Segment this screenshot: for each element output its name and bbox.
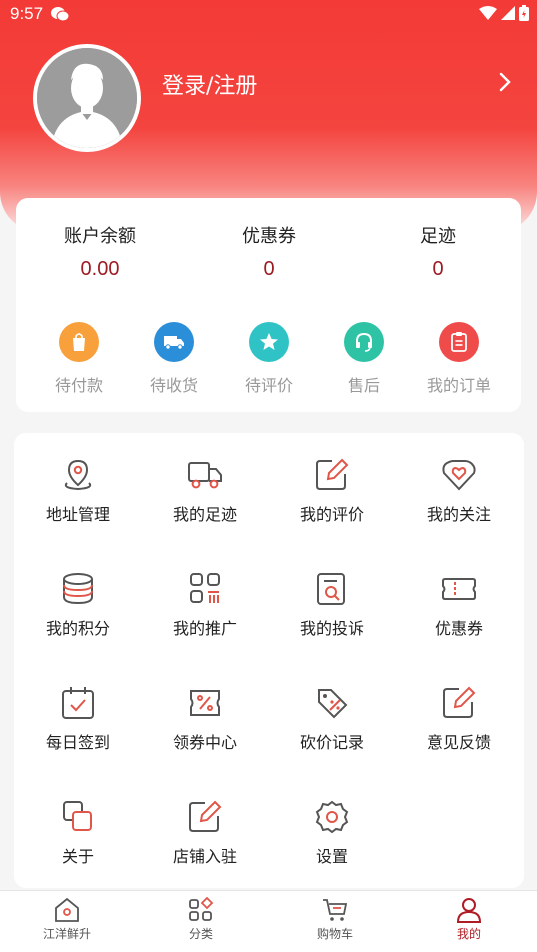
coupon-stat[interactable]: 优惠券 0 — [204, 222, 334, 281]
menu-store-join[interactable]: 店铺入驻 — [141, 799, 269, 867]
gear-icon — [315, 800, 349, 834]
bottom-tab-bar: 江洋鲜升 分类 购物车 我的 — [0, 890, 537, 952]
location-pin-icon — [64, 459, 92, 491]
tab-home[interactable]: 江洋鲜升 — [0, 897, 134, 942]
order-label: 待付款 — [54, 376, 103, 395]
percent-ticket-icon — [190, 690, 220, 716]
stat-label: 优惠券 — [242, 226, 296, 247]
chevron-right-icon[interactable] — [498, 70, 512, 98]
menu-label: 设置 — [315, 847, 348, 866]
home-icon — [55, 897, 79, 922]
service-grid: 地址管理 我的足迹 我的评价 我的关注 我的积分 我的推广 我的投诉 优惠券 每… — [14, 433, 524, 888]
status-icons — [479, 5, 529, 21]
order-pending-receipt[interactable]: 待收货 — [126, 322, 222, 396]
star-icon — [249, 322, 289, 362]
status-bar: 9:57 — [0, 0, 537, 28]
user-icon — [456, 898, 482, 923]
tab-label: 江洋鲜升 — [42, 927, 91, 941]
order-pending-review[interactable]: 待评价 — [221, 322, 317, 396]
menu-coupon-center[interactable]: 领券中心 — [141, 685, 269, 753]
menu-follows[interactable]: 我的关注 — [395, 457, 523, 525]
menu-checkin[interactable]: 每日签到 — [14, 685, 142, 753]
order-label: 我的订单 — [426, 376, 491, 395]
menu-label: 我的足迹 — [172, 505, 237, 524]
footprint-stat[interactable]: 足迹 0 — [373, 222, 503, 281]
menu-label: 砍价记录 — [299, 733, 364, 752]
menu-label: 我的投诉 — [299, 619, 364, 638]
menu-about[interactable]: 关于 — [14, 799, 142, 867]
account-card: 账户余额 0.00 优惠券 0 足迹 0 待付款 待收货 待评价 售后 我的订单 — [16, 198, 521, 412]
order-label: 售后 — [347, 376, 380, 395]
menu-label: 我的推广 — [172, 619, 237, 638]
menu-reviews[interactable]: 我的评价 — [268, 457, 396, 525]
clipboard-icon — [439, 322, 479, 362]
menu-label: 意见反馈 — [426, 733, 491, 752]
order-pending-payment[interactable]: 待付款 — [31, 322, 127, 396]
tab-label: 分类 — [188, 927, 213, 941]
login-register-link[interactable]: 登录/注册 — [162, 68, 257, 100]
calendar-check-icon — [62, 687, 94, 719]
balance-stat[interactable]: 账户余额 0.00 — [35, 222, 165, 281]
battery-icon — [519, 5, 529, 21]
heart-icon — [442, 460, 476, 491]
menu-complaints[interactable]: 我的投诉 — [268, 571, 396, 639]
order-label: 待收货 — [149, 376, 198, 395]
stat-value: 0.00 — [80, 258, 120, 280]
status-time: 9:57 — [10, 4, 44, 23]
wechat-icon — [50, 6, 70, 26]
coupon-icon — [442, 578, 476, 600]
menu-label: 每日签到 — [45, 733, 110, 752]
edit-icon — [316, 458, 349, 490]
stat-label: 账户余额 — [64, 226, 136, 247]
apps-icon — [190, 573, 220, 603]
tab-label: 我的 — [456, 927, 481, 941]
menu-address[interactable]: 地址管理 — [14, 457, 142, 525]
stat-label: 足迹 — [420, 226, 456, 247]
search-document-icon — [317, 573, 345, 605]
shopping-bag-icon — [59, 322, 99, 362]
tab-label: 购物车 — [316, 927, 353, 941]
menu-footprint[interactable]: 我的足迹 — [141, 457, 269, 525]
menu-label: 关于 — [61, 847, 94, 866]
coins-icon — [63, 573, 93, 605]
menu-settings[interactable]: 设置 — [268, 799, 396, 867]
signal-icon — [501, 6, 515, 20]
price-tag-icon — [318, 689, 348, 719]
menu-label: 我的关注 — [426, 505, 491, 524]
stat-value: 0 — [263, 258, 275, 280]
menu-label: 店铺入驻 — [172, 847, 237, 866]
menu-bargain[interactable]: 砍价记录 — [268, 685, 396, 753]
menu-label: 领券中心 — [172, 733, 237, 752]
menu-label: 我的评价 — [299, 505, 364, 524]
cart-icon — [323, 899, 348, 921]
menu-points[interactable]: 我的积分 — [14, 571, 142, 639]
truck-outline-icon — [188, 462, 222, 489]
tab-category[interactable]: 分类 — [134, 897, 268, 942]
avatar[interactable] — [33, 44, 141, 152]
order-label: 待评价 — [244, 376, 293, 395]
truck-icon — [154, 322, 194, 362]
wifi-icon — [479, 6, 497, 20]
store-edit-icon — [189, 800, 222, 832]
category-icon — [189, 897, 214, 921]
menu-label: 优惠券 — [434, 619, 483, 638]
tab-mine[interactable]: 我的 — [402, 897, 536, 942]
tab-cart[interactable]: 购物车 — [268, 897, 402, 942]
headset-icon — [344, 322, 384, 362]
menu-feedback[interactable]: 意见反馈 — [395, 685, 523, 753]
stat-value: 0 — [432, 258, 444, 280]
menu-label: 我的积分 — [45, 619, 110, 638]
menu-label: 地址管理 — [45, 505, 110, 524]
about-squares-icon — [63, 801, 92, 831]
order-after-sales[interactable]: 售后 — [316, 322, 412, 396]
feedback-edit-icon — [443, 686, 476, 718]
order-my-orders[interactable]: 我的订单 — [411, 322, 507, 396]
menu-coupons[interactable]: 优惠券 — [395, 571, 523, 639]
menu-promotion[interactable]: 我的推广 — [141, 571, 269, 639]
